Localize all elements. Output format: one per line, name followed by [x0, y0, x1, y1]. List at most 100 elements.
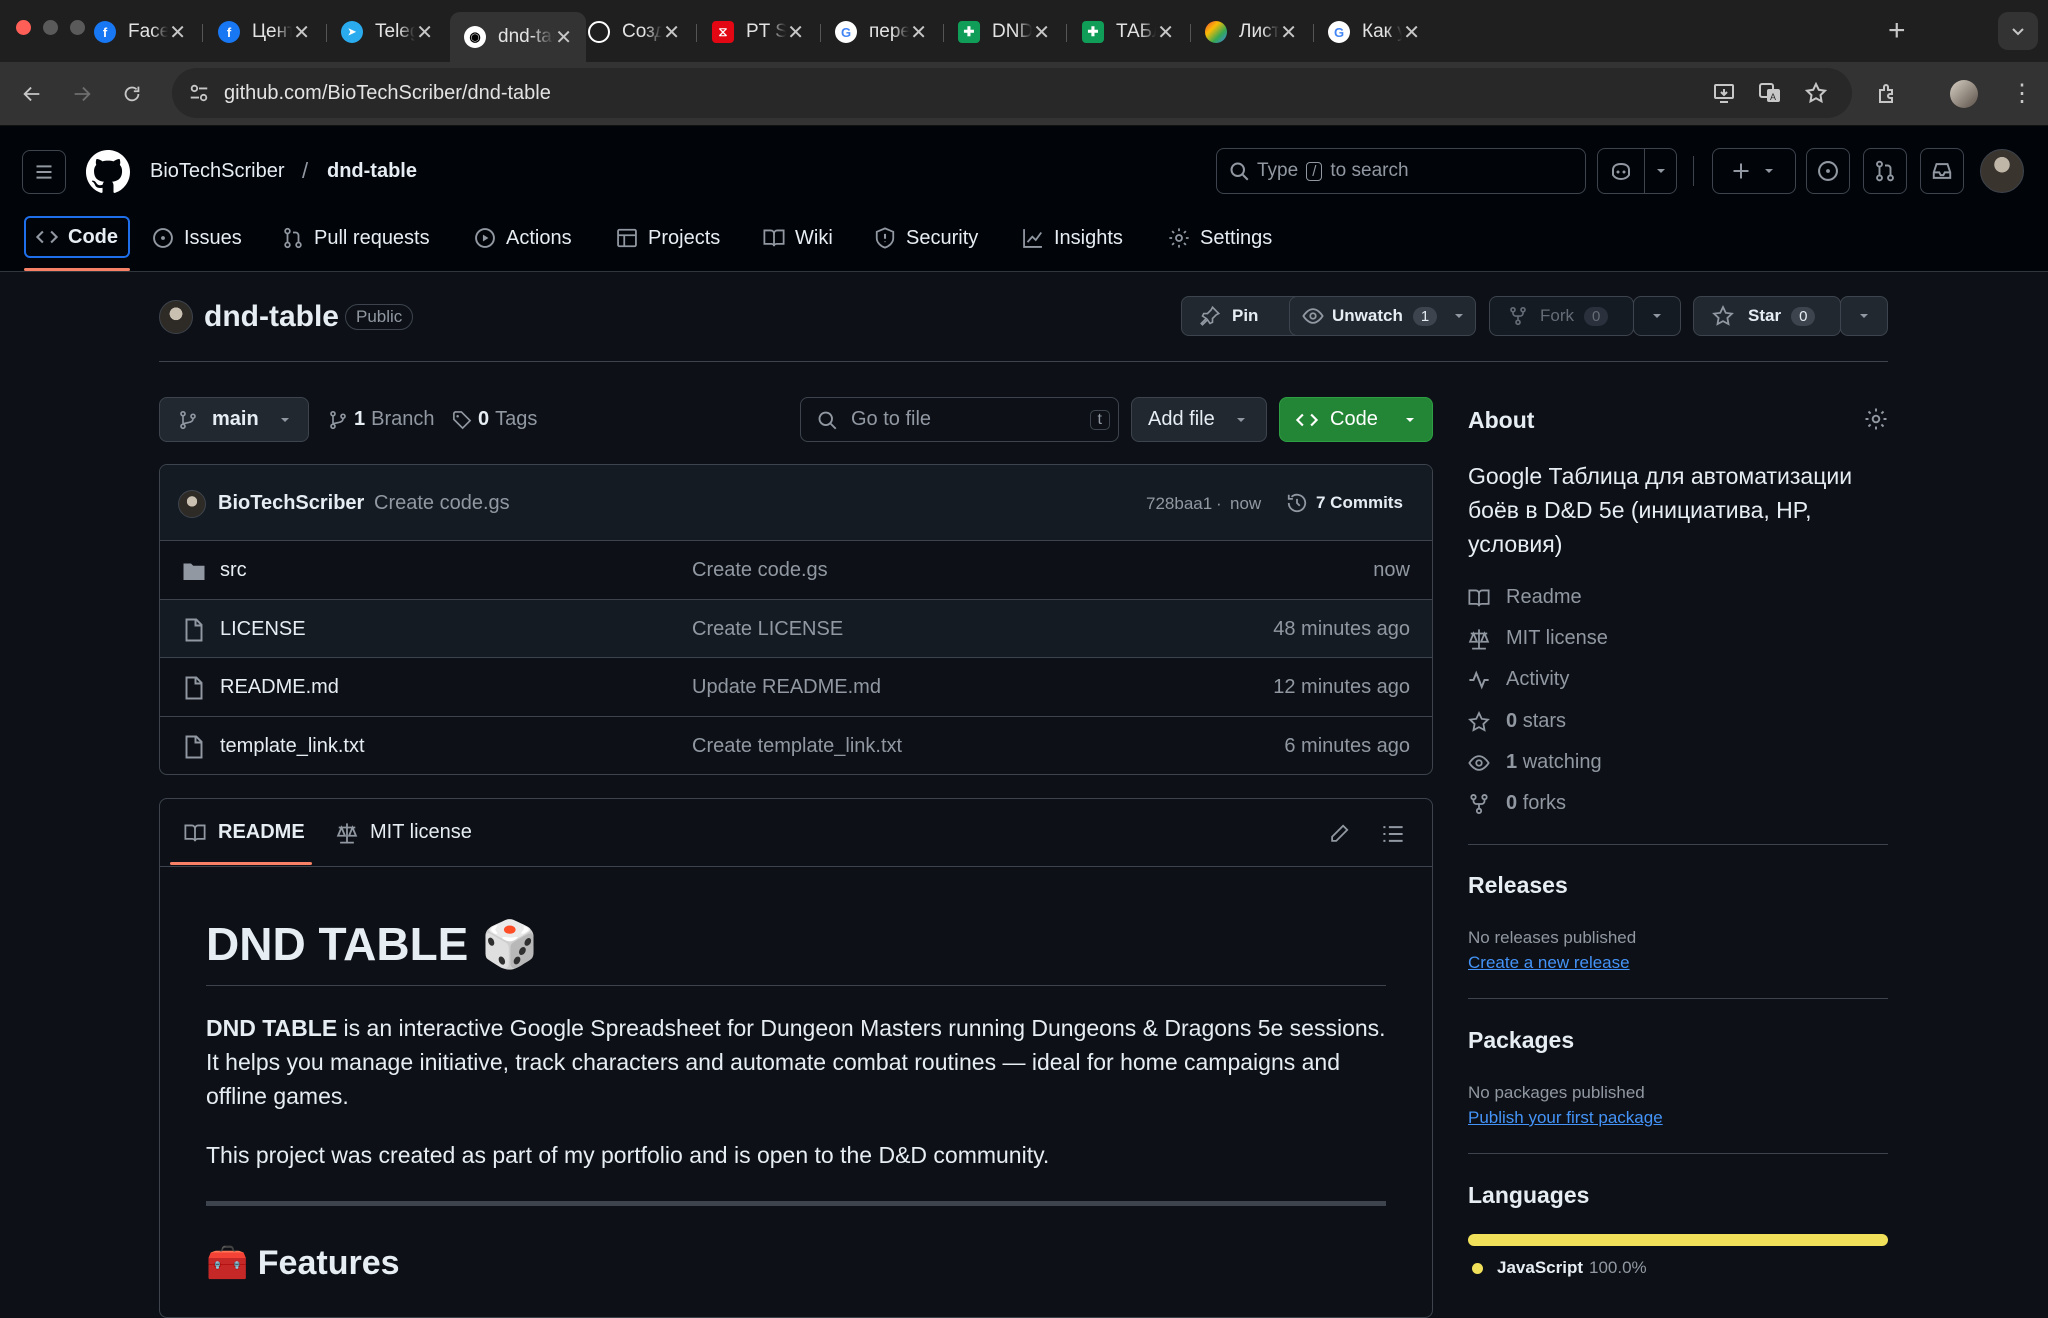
global-search-input[interactable]: Type / to search	[1216, 148, 1586, 194]
browser-tab[interactable]: f Центр аккаунтов✕	[204, 12, 324, 52]
browser-tab[interactable]: G Как удалить✕	[1314, 12, 1434, 52]
user-avatar[interactable]	[1980, 149, 2024, 193]
repo-title[interactable]: dnd-table	[204, 300, 339, 334]
github-logo-icon[interactable]	[86, 150, 130, 194]
close-tab-icon[interactable]: ✕	[1033, 20, 1050, 45]
close-tab-icon[interactable]: ✕	[293, 20, 310, 45]
address-bar[interactable]: github.com/BioTechScriber/dnd-table A	[172, 68, 1852, 118]
browser-tab[interactable]: ◉ dnd-table✕	[450, 12, 586, 62]
commits-history-link[interactable]: 7 Commits	[1286, 492, 1403, 514]
extensions-icon[interactable]	[1876, 82, 1900, 106]
edit-readme-button[interactable]	[1328, 823, 1350, 845]
close-window-button[interactable]	[16, 20, 31, 35]
file-commit-message[interactable]: Create code.gs	[692, 559, 828, 582]
tab-search-button[interactable]	[1998, 12, 2038, 50]
file-row[interactable]: template_link.txt Create template_link.tx…	[160, 717, 1432, 775]
reload-button[interactable]	[116, 78, 148, 110]
about-link-watching[interactable]: 1 watching	[1468, 751, 1602, 774]
browser-tab[interactable]: ✚ ТАБЛИЦА✕	[1068, 12, 1188, 52]
bookmark-star-icon[interactable]	[1804, 81, 1828, 105]
tab-wiki[interactable]: Wiki	[763, 216, 833, 260]
about-link-mit-license[interactable]: MIT license	[1468, 627, 1608, 650]
close-tab-icon[interactable]: ✕	[169, 20, 186, 45]
file-name[interactable]: LICENSE	[220, 618, 306, 641]
star-button[interactable]: Star 0	[1693, 296, 1841, 336]
file-commit-message[interactable]: Create LICENSE	[692, 618, 843, 641]
go-to-file-input[interactable]: Go to file t	[800, 397, 1119, 442]
tab-code[interactable]: Code	[24, 216, 130, 258]
add-file-button[interactable]: Add file	[1131, 397, 1267, 442]
branch-selector[interactable]: main	[159, 397, 309, 442]
publish-package-link[interactable]: Publish your first package	[1468, 1108, 1663, 1128]
browser-menu-icon[interactable]: ⋮	[2010, 80, 2034, 108]
copilot-button[interactable]	[1597, 148, 1677, 194]
close-tab-icon[interactable]: ✕	[663, 20, 680, 45]
issues-shortcut-button[interactable]	[1806, 148, 1850, 194]
tab-issues[interactable]: Issues	[152, 216, 242, 260]
translate-icon[interactable]: A	[1758, 81, 1782, 105]
breadcrumb-repo[interactable]: dnd-table	[327, 160, 417, 183]
browser-tab[interactable]: ➤ Telegram✕	[327, 12, 447, 52]
create-release-link[interactable]: Create a new release	[1468, 953, 1630, 973]
breadcrumb-owner[interactable]: BioTechScriber	[150, 160, 285, 183]
commit-hash[interactable]: 728baa1	[1146, 494, 1212, 514]
commit-author[interactable]: BioTechScriber	[218, 492, 364, 515]
star-dropdown-button[interactable]	[1840, 296, 1888, 336]
file-name[interactable]: src	[220, 559, 247, 582]
tab-security[interactable]: Security	[874, 216, 978, 260]
minimize-window-button[interactable]	[43, 20, 58, 35]
close-tab-icon[interactable]: ✕	[1403, 20, 1420, 45]
packages-heading[interactable]: Packages	[1468, 1027, 1574, 1054]
file-commit-message[interactable]: Update README.md	[692, 676, 881, 699]
file-row[interactable]: src Create code.gs now	[160, 541, 1432, 600]
close-tab-icon[interactable]: ✕	[910, 20, 927, 45]
install-app-icon[interactable]	[1712, 81, 1736, 105]
about-link-stars[interactable]: 0 stars	[1468, 710, 1566, 733]
tab-readme[interactable]: README	[184, 821, 305, 844]
close-tab-icon[interactable]: ✕	[416, 20, 433, 45]
file-commit-message[interactable]: Create template_link.txt	[692, 735, 902, 758]
file-name[interactable]: template_link.txt	[220, 735, 365, 758]
tags-link[interactable]: 0 Tags	[452, 408, 537, 431]
hamburger-menu-button[interactable]	[22, 150, 66, 194]
close-tab-icon[interactable]: ✕	[1157, 20, 1174, 45]
browser-tab[interactable]: ✚ DND TABLE✕	[944, 12, 1064, 52]
tab-projects[interactable]: Projects	[616, 216, 720, 260]
create-new-button[interactable]	[1712, 148, 1796, 194]
about-link-readme[interactable]: Readme	[1468, 586, 1582, 609]
close-tab-icon[interactable]: ✕	[555, 25, 572, 50]
fork-button[interactable]: Fork 0	[1489, 296, 1634, 336]
close-tab-icon[interactable]: ✕	[787, 20, 804, 45]
back-button[interactable]	[16, 78, 48, 110]
code-clone-button[interactable]: Code	[1279, 397, 1433, 442]
tab-pull-requests[interactable]: Pull requests	[282, 216, 430, 260]
tab-actions[interactable]: Actions	[474, 216, 572, 260]
site-info-icon[interactable]	[188, 82, 210, 104]
profile-avatar[interactable]	[1950, 80, 1978, 108]
readme-outline-button[interactable]	[1382, 823, 1404, 845]
browser-tab[interactable]: f Facebook✕	[80, 12, 200, 52]
about-settings-button[interactable]	[1864, 407, 1888, 431]
forward-button[interactable]	[66, 78, 98, 110]
browser-tab[interactable]: ⧖ PT Start✕	[698, 12, 818, 52]
file-name[interactable]: README.md	[220, 676, 339, 699]
unwatch-button[interactable]: Unwatch 1	[1289, 296, 1476, 336]
tab-license[interactable]: MIT license	[336, 821, 472, 844]
pull-requests-shortcut-button[interactable]	[1863, 148, 1907, 194]
tab-insights[interactable]: Insights	[1022, 216, 1123, 260]
close-tab-icon[interactable]: ✕	[1280, 20, 1297, 45]
fork-dropdown-button[interactable]	[1633, 296, 1681, 336]
commit-message[interactable]: Create code.gs	[374, 492, 510, 515]
releases-heading[interactable]: Releases	[1468, 872, 1568, 899]
file-row[interactable]: LICENSE Create LICENSE 48 minutes ago	[160, 599, 1432, 658]
browser-tab[interactable]: Лист Дел✕	[1191, 12, 1311, 52]
about-link-forks[interactable]: 0 forks	[1468, 792, 1566, 815]
browser-tab[interactable]: Gперевод✕	[821, 12, 941, 52]
tab-settings[interactable]: Settings	[1168, 216, 1272, 260]
about-link-activity[interactable]: Activity	[1468, 668, 1569, 691]
file-row[interactable]: README.md Update README.md 12 minutes ago	[160, 658, 1432, 717]
branches-link[interactable]: 1 Branch	[328, 408, 435, 431]
new-tab-button[interactable]: +	[1888, 14, 1906, 48]
browser-tab[interactable]: Создание✕	[574, 12, 694, 52]
language-item[interactable]: JavaScript 100.0%	[1468, 1258, 1647, 1278]
